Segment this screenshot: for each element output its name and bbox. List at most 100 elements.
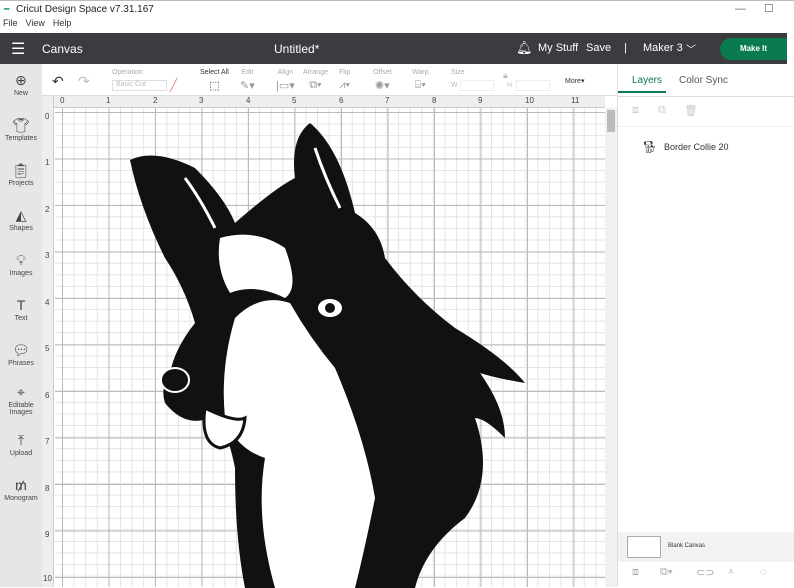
minimize-button[interactable]: — [735, 3, 746, 15]
duplicate-icon[interactable]: ⧉ [658, 104, 666, 117]
align-button[interactable]: Align |▭▾ [276, 69, 295, 92]
vertical-ruler: 0 1 2 3 4 5 6 7 8 9 10 [42, 96, 54, 587]
ruler-label: 8 [432, 96, 437, 105]
horizontal-ruler: 0 1 2 3 4 5 6 7 8 9 10 11 [54, 96, 605, 108]
offset-button[interactable]: Offset ✺▾ [373, 69, 392, 92]
blank-canvas-row[interactable]: Blank Canvas [618, 532, 794, 562]
ruler-label: 0 [45, 112, 50, 121]
select-all-button[interactable]: Select All ⬚ [200, 69, 229, 92]
ruler-label: 5 [292, 96, 297, 105]
sidebar-item-images[interactable]: 💡︎ Images [0, 252, 42, 277]
chevron-down-icon[interactable]: ﹀ [686, 41, 696, 56]
pencil-icon: ✎▾ [240, 80, 255, 92]
plus-circle-icon: ⊕ [15, 72, 27, 88]
title-bar: ━ Cricut Design Space v7.31.167 — ☐ [0, 0, 794, 18]
width-input[interactable] [460, 80, 494, 91]
sidebar-item-templates[interactable]: 👕︎ Templates [0, 117, 42, 142]
maximize-button[interactable]: ☐ [764, 2, 774, 15]
ruler-label: 10 [43, 574, 52, 583]
tab-color-sync[interactable]: Color Sync [679, 75, 728, 86]
ruler-label: 7 [45, 437, 50, 446]
height-input[interactable] [516, 80, 550, 91]
combine-icon[interactable]: ⧉▾ [660, 566, 672, 579]
border-collie-image[interactable] [125, 118, 535, 588]
ruler-label: 10 [525, 96, 534, 105]
edit-button[interactable]: Edit ✎▾ [240, 69, 255, 92]
hamburger-menu-icon[interactable]: ☰ [11, 39, 25, 59]
operation-select[interactable]: Basic Cut [112, 80, 167, 91]
my-stuff-link[interactable]: My Stuff [538, 42, 578, 54]
editable-image-icon: ⌖ [17, 384, 25, 400]
sidebar-item-text[interactable]: T Text [0, 297, 42, 322]
ruler-label: 11 [571, 96, 580, 105]
attach-icon[interactable]: ⊂⊃ [696, 566, 714, 579]
warp-icon: ⌸▾ [414, 79, 426, 91]
contour-icon[interactable]: ◌ [760, 566, 767, 578]
redo-icon[interactable]: ↷ [78, 73, 90, 90]
machine-select[interactable]: Maker 3 [643, 42, 683, 54]
group-icon[interactable]: ⧈ [632, 104, 639, 117]
menu-file[interactable]: File [3, 18, 18, 28]
sidebar-item-upload[interactable]: ⤒ Upload [0, 432, 42, 457]
slice-icon[interactable]: ⧈ [632, 566, 639, 579]
flip-button[interactable]: Flip ⩘▾ [339, 69, 350, 92]
dog-thumbnail-icon: 🐕︎ [642, 140, 658, 154]
section-title: Canvas [42, 42, 83, 56]
sidebar-item-projects[interactable]: 📋︎ Projects [0, 162, 42, 187]
sidebar-item-phrases[interactable]: 💬︎ Phrases [0, 342, 42, 367]
arrange-button[interactable]: Arrange ⧉▾ [303, 69, 328, 92]
divider [618, 126, 794, 127]
clipboard-icon: 📋︎ [12, 162, 30, 178]
scrollbar-thumb[interactable] [607, 110, 615, 132]
document-title[interactable]: Untitled* [274, 42, 319, 56]
warp-button[interactable]: Warp ⌸▾ [412, 69, 428, 92]
ruler-label: 4 [246, 96, 251, 105]
more-button[interactable]: More▾ [565, 77, 584, 85]
menu-view[interactable]: View [26, 18, 45, 28]
bell-icon[interactable]: 🔔︎ [516, 40, 533, 56]
flatten-icon[interactable]: ⩡ [728, 566, 734, 579]
trash-icon[interactable]: 🗑︎ [684, 104, 698, 117]
shirt-icon: 👕︎ [12, 117, 30, 133]
speech-bubble-icon: 💬︎ [12, 342, 30, 358]
arrange-icon: ⧉▾ [309, 79, 322, 91]
menu-help[interactable]: Help [53, 18, 72, 28]
make-it-button[interactable]: Make It [720, 38, 787, 60]
vertical-scrollbar[interactable] [605, 108, 617, 587]
width-label: W [451, 82, 458, 89]
ruler-label: 1 [45, 158, 50, 167]
blank-canvas-swatch[interactable] [627, 536, 661, 558]
ruler-label: 6 [45, 391, 50, 400]
lock-icon[interactable]: 🔒︎ [503, 70, 508, 81]
lightbulb-icon: 💡︎ [16, 252, 26, 268]
menu-bar: File View Help [0, 18, 794, 33]
sidebar-item-shapes[interactable]: ◭ Shapes [0, 207, 42, 232]
select-all-icon: ⬚ [209, 80, 220, 92]
ruler-label: 8 [45, 484, 50, 493]
ruler-label: 9 [45, 530, 50, 539]
upload-icon: ⤒ [17, 432, 25, 448]
window-title: Cricut Design Space v7.31.167 [16, 4, 154, 15]
tab-layers[interactable]: Layers [632, 75, 662, 86]
ruler-label: 3 [199, 96, 204, 105]
undo-icon[interactable]: ↶ [52, 73, 64, 90]
sidebar-item-monogram[interactable]: ₥ Monogram [0, 477, 42, 502]
save-button[interactable]: Save [586, 42, 611, 54]
ruler-label: 7 [385, 96, 390, 105]
ruler-label: 5 [45, 344, 50, 353]
layer-actions: ⧈ ⧉▾ ⊂⊃ ⩡ ◌ [618, 566, 794, 587]
ruler-label: 4 [45, 298, 50, 307]
sidebar-item-new[interactable]: ⊕ New [0, 72, 42, 97]
layers-panel: Layers Color Sync ⧈ ⧉ 🗑︎ 🐕︎ Border Colli… [617, 64, 794, 587]
sidebar-item-editable-images[interactable]: ⌖ Editable Images [0, 384, 42, 416]
edit-toolbar: ↶ ↷ Operation Basic Cut ╱ Select All ⬚ Ed… [42, 64, 617, 96]
pen-color-icon[interactable]: ╱ [170, 78, 177, 92]
ruler-label: 0 [60, 96, 65, 105]
design-canvas[interactable] [55, 108, 605, 588]
blank-canvas-label: Blank Canvas [668, 543, 706, 549]
layer-item[interactable]: 🐕︎ Border Collie 20 [642, 140, 792, 156]
ruler-label: 2 [45, 205, 50, 214]
shapes-icon: ◭ [15, 207, 27, 223]
monogram-icon: ₥ [15, 477, 27, 493]
separator: | [624, 42, 627, 54]
